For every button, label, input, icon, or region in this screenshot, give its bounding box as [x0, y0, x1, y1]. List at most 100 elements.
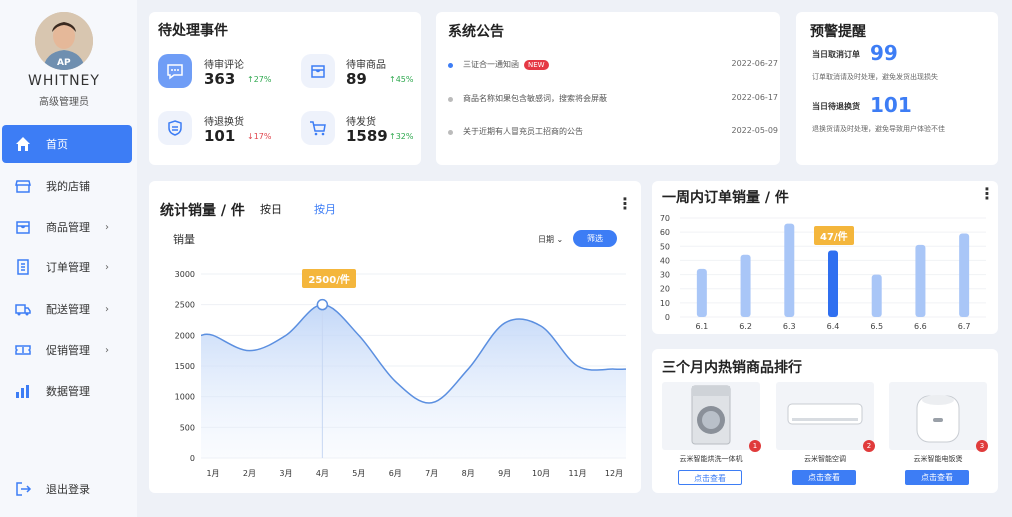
- pending-value: 1589: [346, 127, 388, 145]
- announcement-item[interactable]: 商品名称如果包含敏感词，搜索将会屏蔽 2022-06-17: [448, 93, 778, 107]
- nav-item-products[interactable]: 商品管理 ›: [2, 208, 132, 246]
- nav-item-delivery[interactable]: 配送管理 ›: [2, 290, 132, 328]
- rank-badge: 2: [863, 440, 875, 452]
- bar: [959, 233, 970, 317]
- x-tick-label: 6月: [389, 469, 402, 478]
- nav-label: 订单管理: [46, 261, 90, 274]
- view-button[interactable]: 点击查看: [905, 470, 969, 485]
- ticket-icon: [15, 345, 31, 355]
- pending-change: ↑27%: [247, 75, 272, 84]
- warning-value: 101: [870, 93, 912, 117]
- x-tick-label: 8月: [462, 469, 475, 478]
- x-tick-label: 2月: [243, 469, 256, 478]
- bar: [871, 274, 882, 317]
- y-tick-label: 0: [190, 454, 195, 463]
- y-tick-label: 2500: [175, 301, 195, 310]
- x-tick-label: 6.4: [827, 322, 840, 331]
- user-role: 高级管理员: [39, 97, 89, 108]
- nav-label: 数据管理: [46, 385, 90, 398]
- x-tick-label: 4月: [316, 469, 329, 478]
- pending-title: 待处理事件: [158, 23, 228, 39]
- pending-change: ↑32%: [389, 132, 414, 141]
- y-tick-label: 20: [660, 285, 670, 294]
- weekly-bar-chart: 0 10 20 30 40 50 60 70 6.1 6.2 6.3 6.4 6.5 6.6 6.7: [660, 214, 986, 331]
- hot-product-item[interactable]: 2 云米智能空调 点击查看: [776, 382, 875, 485]
- announcement-date: 2022-05-09: [731, 126, 779, 135]
- logout-button[interactable]: 退出登录: [2, 470, 132, 508]
- pending-change: ↓17%: [247, 132, 272, 141]
- x-tick-label: 1月: [206, 469, 219, 478]
- announcement-date: 2022-06-27: [731, 59, 779, 68]
- chevron-right-icon: ›: [105, 261, 109, 273]
- pending-value: 89: [346, 70, 367, 88]
- pending-label: 待退换货: [204, 117, 244, 128]
- bar: [828, 250, 838, 317]
- nav-label: 我的店铺: [46, 180, 90, 193]
- rank-badge: 1: [749, 440, 761, 452]
- view-button[interactable]: 点击查看: [792, 470, 856, 485]
- data-icon: [16, 385, 29, 398]
- pending-value: 101: [204, 127, 236, 145]
- x-tick-label: 6.2: [739, 322, 752, 331]
- pending-label: 待审商品: [346, 60, 386, 71]
- x-tick-label: 12月: [605, 469, 623, 478]
- x-tick-label: 6.7: [958, 322, 971, 331]
- announcement-item[interactable]: 三证合一通知函 NEW 2022-06-27: [448, 59, 778, 73]
- x-tick-label: 6.5: [870, 322, 883, 331]
- warning-label: 当日取消订单: [812, 50, 860, 59]
- x-tick-label: 6.3: [783, 322, 796, 331]
- x-tick-label: 3月: [279, 469, 292, 478]
- sidebar: AP WHITNEY 高级管理员 首页 我的店铺 商品管理 › 订单管理 › 配…: [0, 0, 137, 517]
- pending-change: ↑45%: [389, 75, 414, 84]
- nav-item-data[interactable]: 数据管理: [2, 372, 132, 410]
- sales-chart-card: 统计销量 / 件 按日 按月 ⋮ 销量 日期 ⌄ 筛选 0 500 1000 1500…: [149, 181, 641, 493]
- warning-label: 当日待退换货: [812, 102, 860, 111]
- announcement-text: 三证合一通知函: [463, 60, 519, 69]
- hot-product-item[interactable]: 1 云米智能烘洗一体机 点击查看: [662, 382, 761, 485]
- y-tick-label: 500: [180, 423, 195, 432]
- bullet: [448, 63, 453, 68]
- pending-label: 待发货: [346, 117, 376, 128]
- comment-icon[interactable]: [158, 54, 192, 88]
- pending-label: 待审评论: [204, 60, 244, 71]
- sales-line-chart: 0 500 1000 1500 2000 2500 3000 1月 2月 3月 4月 5月 6月 7月 8月…: [175, 270, 627, 478]
- bullet: [448, 130, 453, 135]
- sales-tooltip: 2500/件: [302, 268, 356, 288]
- nav-label: 配送管理: [46, 303, 90, 316]
- hot-product-item[interactable]: 3 云米智能电饭煲 点击查看: [889, 382, 988, 485]
- avatar-image: AP: [35, 12, 93, 70]
- series-area: [201, 304, 626, 458]
- y-tick-label: 3000: [175, 270, 195, 279]
- x-tick-label: 10月: [532, 469, 550, 478]
- cart-icon[interactable]: [301, 111, 335, 145]
- new-badge: NEW: [524, 60, 549, 70]
- hot-title: 三个月内热销商品排行: [662, 360, 802, 376]
- product-name: 云米智能电饭煲: [913, 455, 963, 463]
- nav-item-store[interactable]: 我的店铺: [2, 167, 132, 205]
- bar: [696, 268, 707, 317]
- return-shield-icon[interactable]: [158, 111, 192, 145]
- announcement-item[interactable]: 关于近期有人冒充员工招商的公告 2022-05-09: [448, 126, 778, 140]
- warning-value: 99: [870, 41, 898, 65]
- review-product-icon[interactable]: [301, 54, 335, 88]
- user-name: WHITNEY: [28, 73, 100, 89]
- nav-item-orders[interactable]: 订单管理 ›: [2, 248, 132, 286]
- bar: [740, 254, 751, 317]
- nav-item-promotion[interactable]: 促销管理 ›: [2, 331, 132, 369]
- home-icon: [16, 137, 30, 151]
- warning-title: 预警提醒: [810, 24, 866, 40]
- avatar[interactable]: AP: [35, 12, 93, 70]
- pending-card: 待处理事件 待审评论 363 ↑27% 待审商品 89 ↑45% 待退换货 10…: [149, 12, 421, 165]
- announcement-title: 系统公告: [448, 24, 504, 40]
- announcement-card: 系统公告 三证合一通知函 NEW 2022-06-27 商品名称如果包含敏感词，搜…: [436, 12, 780, 165]
- nav-item-home[interactable]: 首页: [2, 125, 132, 163]
- x-tick-label: 9月: [498, 469, 511, 478]
- nav-label: 促销管理: [46, 344, 90, 357]
- logout-label: 退出登录: [46, 483, 90, 496]
- view-button[interactable]: 点击查看: [678, 470, 742, 485]
- chevron-right-icon: ›: [105, 303, 109, 315]
- pending-value: 363: [204, 70, 236, 88]
- x-tick-label: 7月: [425, 469, 438, 478]
- washing-machine-icon: [662, 382, 760, 450]
- bullet: [448, 97, 453, 102]
